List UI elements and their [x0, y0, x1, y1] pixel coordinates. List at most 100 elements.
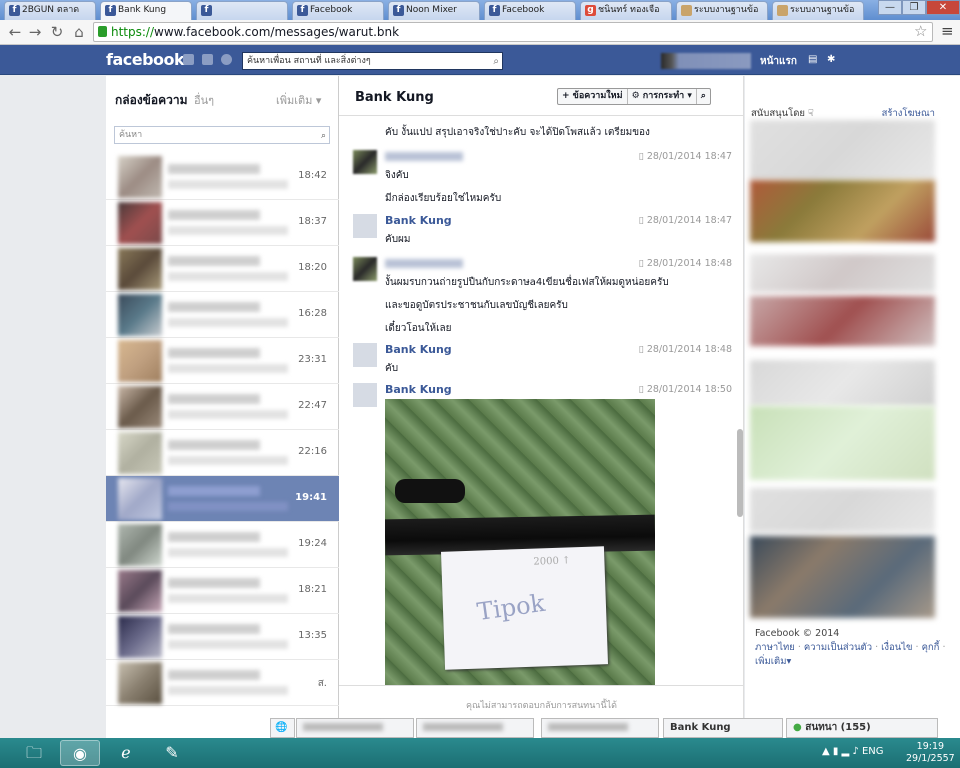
sponsored-ad[interactable]: [750, 296, 935, 346]
page-favicon-icon: [681, 5, 692, 16]
footer-separator: ·: [872, 642, 882, 653]
chat-tab-bank-kung[interactable]: Bank Kung: [663, 718, 783, 738]
create-ad-link[interactable]: สร้างโฆษณา: [882, 106, 935, 121]
thread-item[interactable]: 23:31: [106, 338, 339, 384]
other-folder-link[interactable]: อื่นๆ: [194, 91, 214, 109]
footer-link[interactable]: คุกกี้: [922, 642, 940, 653]
chat-tab-blurred-3[interactable]: [541, 718, 659, 738]
inbox-search-input[interactable]: ค้นหา ⌕: [114, 126, 330, 144]
footer-link[interactable]: ความเป็นส่วนตัว: [804, 642, 872, 653]
scrollbar-thumb[interactable]: [737, 429, 743, 517]
thread-item[interactable]: 13:35: [106, 614, 339, 660]
sender-avatar[interactable]: [353, 214, 377, 238]
browser-menu-icon[interactable]: ≡: [941, 22, 954, 40]
message-scrollbar[interactable]: [737, 117, 743, 687]
profile-link-avatar[interactable]: [661, 53, 751, 69]
sponsored-ad[interactable]: [750, 120, 935, 180]
sender-name[interactable]: Bank Kung: [385, 383, 452, 396]
sender-avatar[interactable]: [353, 257, 377, 281]
thread-item[interactable]: 18:37: [106, 200, 339, 246]
tray-icons[interactable]: ▲ ▮ ▂ ♪: [822, 746, 862, 757]
sender-name[interactable]: Bank Kung: [385, 214, 452, 227]
sender-name[interactable]: [385, 259, 463, 268]
thread-item[interactable]: 22:47: [106, 384, 339, 430]
sponsored-ad[interactable]: [750, 180, 935, 242]
sender-avatar[interactable]: [353, 383, 377, 407]
close-window-button[interactable]: ✕: [926, 0, 960, 15]
maximize-button[interactable]: ❐: [902, 0, 926, 15]
settings-gear-icon[interactable]: ✱: [827, 54, 835, 65]
internet-explorer-icon[interactable]: ℯ: [106, 740, 146, 766]
footer-link[interactable]: เพิ่มเติม▾: [755, 656, 791, 667]
forward-icon[interactable]: →: [26, 23, 44, 41]
reload-icon[interactable]: ↻: [48, 23, 66, 41]
paint-icon[interactable]: ✎: [152, 740, 192, 766]
browser-tab[interactable]: f 2BGUN ตลาด: [4, 1, 96, 20]
thread-item[interactable]: 18:20: [106, 246, 339, 292]
thread-time: 18:20: [298, 262, 327, 273]
home-link[interactable]: หน้าแรก: [760, 54, 797, 69]
more-dropdown[interactable]: เพิ่มเติม ▾: [276, 91, 321, 109]
privacy-shortcuts-icon[interactable]: ▤: [808, 54, 817, 65]
chat-tab-blurred-2[interactable]: [416, 718, 534, 738]
search-conversation-icon[interactable]: ⌕: [697, 89, 710, 104]
online-friends-icon: ●: [793, 722, 802, 733]
clock[interactable]: 19:19 29/1/2557: [906, 741, 955, 765]
browser-tab[interactable]: f Noon Mixer: [388, 1, 480, 20]
url-bar[interactable]: https://www.facebook.com/messages/warut.…: [93, 22, 933, 42]
thread-name-blurred: [168, 440, 260, 450]
chat-sidebar-toggle[interactable]: ● สนทนา (155): [786, 718, 938, 738]
chrome-icon[interactable]: ◉: [60, 740, 100, 766]
browser-tab[interactable]: f Facebook: [484, 1, 576, 20]
thread-item[interactable]: 16:28: [106, 292, 339, 338]
minimize-button[interactable]: —: [878, 0, 902, 15]
sponsored-ad[interactable]: [750, 406, 935, 480]
browser-tab[interactable]: g ชนินทร์ ทองเจือ: [580, 1, 672, 20]
thread-avatar: [118, 662, 162, 704]
thread-list: 18:42 18:37 18:20 16:28 23:31 22:47 22:16 19:41…: [106, 154, 339, 706]
friend-requests-icon[interactable]: [183, 54, 194, 65]
facebook-logo[interactable]: facebook: [106, 50, 185, 69]
sender-avatar[interactable]: [353, 150, 377, 174]
sender-avatar[interactable]: [353, 343, 377, 367]
thread-item[interactable]: 18:21: [106, 568, 339, 614]
browser-tab[interactable]: ระบบงานฐานข้อ: [676, 1, 768, 20]
home-icon[interactable]: ⌂: [70, 23, 88, 41]
browser-tab[interactable]: f Bank Kung: [100, 1, 192, 21]
thread-name-blurred: [168, 624, 260, 634]
sponsored-ad[interactable]: [750, 536, 935, 618]
thread-item[interactable]: 22:16: [106, 430, 339, 476]
chat-settings-tab[interactable]: 🌐: [270, 718, 295, 738]
actions-dropdown[interactable]: ⚙ การกระทำ ▾: [628, 89, 697, 104]
back-icon[interactable]: ←: [6, 23, 24, 41]
footer-link[interactable]: ภาษาไทย: [755, 642, 795, 653]
thread-item[interactable]: 19:24: [106, 522, 339, 568]
browser-tab[interactable]: f Facebook: [292, 1, 384, 20]
sponsored-ad[interactable]: [750, 254, 935, 292]
sender-name[interactable]: [385, 152, 463, 161]
browser-tab[interactable]: ระบบงานฐานข้อ: [772, 1, 864, 20]
paper-note-handwriting: Tipok: [475, 588, 547, 627]
sponsored-ad[interactable]: [750, 360, 935, 406]
inbox-title[interactable]: กล่องข้อความ: [115, 91, 188, 110]
new-message-button[interactable]: + ข้อความใหม่: [558, 89, 628, 104]
browser-tab[interactable]: f: [196, 1, 288, 20]
language-indicator[interactable]: ENG: [862, 746, 884, 757]
footer-link[interactable]: เงื่อนไข: [881, 642, 912, 653]
facebook-favicon-icon: f: [105, 5, 116, 16]
thread-item[interactable]: 19:41: [106, 476, 339, 522]
thread-item[interactable]: 18:42: [106, 154, 339, 200]
file-explorer-icon[interactable]: 🗀: [14, 740, 54, 766]
chat-status: สนทนา (155): [805, 722, 871, 733]
notifications-icon[interactable]: [221, 54, 232, 65]
attached-photo[interactable]: 2000 ↑ Tipok: [385, 399, 655, 685]
facebook-search-input[interactable]: ค้นหาเพื่อน สถานที่ และสิ่งต่างๆ ⌕: [242, 52, 503, 70]
chat-tab-blurred-1[interactable]: [296, 718, 414, 738]
search-icon[interactable]: ⌕: [493, 54, 499, 70]
sponsored-ad[interactable]: [750, 488, 935, 532]
messages-icon[interactable]: [202, 54, 213, 65]
thread-item[interactable]: ส.: [106, 660, 339, 706]
bookmark-star-icon[interactable]: ☆: [914, 22, 927, 40]
search-icon[interactable]: ⌕: [321, 128, 326, 144]
sender-name[interactable]: Bank Kung: [385, 343, 452, 356]
